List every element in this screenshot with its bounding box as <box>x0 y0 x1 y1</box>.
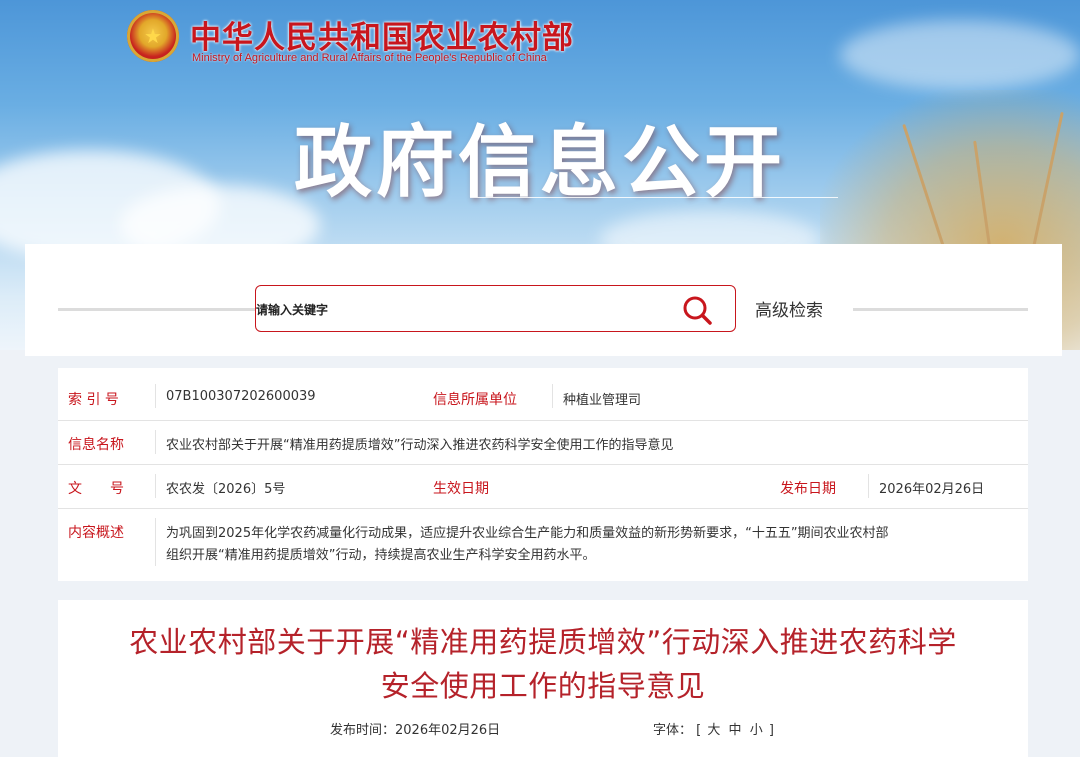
info-row-docno: 文 号 农农发〔2026〕5号 生效日期 发布日期 2026年02月26日 <box>58 464 1028 509</box>
docno-value: 农农发〔2026〕5号 <box>166 482 286 497</box>
cell-separator <box>552 384 553 408</box>
font-size-label: 字体： <box>653 723 693 738</box>
search-divider-left <box>58 308 255 311</box>
article-title-line-2: 安全使用工作的指导意见 <box>380 669 706 703</box>
publish-time-label: 发布时间： <box>330 723 396 738</box>
advanced-search-link[interactable]: 高级检索 <box>755 296 823 321</box>
bracket-open: [ <box>696 723 702 738</box>
search-box <box>255 285 736 333</box>
article-title-line-1: 农业农村部关于开展“精准用药提质增效”行动深入推进农药科学 <box>129 625 957 659</box>
publish-date-value: 2026年02月26日 <box>879 482 985 497</box>
summary-line-1: 为巩固到2025年化学农药减量化行动成果，适应提升农业综合生产能力和质量效益的新… <box>166 526 889 541</box>
publish-date-label: 发布日期 <box>780 481 836 497</box>
ministry-name-cn[interactable]: 中华人民共和国农业农村部 <box>190 12 574 57</box>
cloud-decoration <box>840 20 1080 90</box>
ministry-name-en: Ministry of Agriculture and Rural Affair… <box>192 52 547 64</box>
publish-time-value: 2026年02月26日 <box>395 723 501 738</box>
cell-separator <box>155 474 156 498</box>
cell-separator <box>155 430 156 454</box>
font-size-small-button[interactable]: 小 <box>748 723 765 738</box>
search-icon[interactable] <box>681 294 713 326</box>
font-size-medium-button[interactable]: 中 <box>727 723 744 738</box>
font-size-selector: 字体： [ 大 中 小 ] <box>653 719 774 738</box>
name-label: 信息名称 <box>68 437 124 453</box>
search-divider-right <box>853 308 1028 311</box>
search-panel: 高级检索 <box>25 244 1062 356</box>
section-title: 政府信息公开 <box>293 118 786 208</box>
bracket-close: ] <box>768 723 774 738</box>
index-value: 07B100307202600039 <box>166 389 316 404</box>
unit-label: 信息所属单位 <box>433 392 517 408</box>
info-table: 索 引 号 07B100307202600039 信息所属单位 种植业管理司 信… <box>58 368 1028 581</box>
font-size-large-button[interactable]: 大 <box>705 723 722 738</box>
name-value: 农业农村部关于开展“精准用药提质增效”行动深入推进农药科学安全使用工作的指导意见 <box>166 438 674 453</box>
summary-line-2: 组织开展“精准用药提质增效”行动，持续提高农业生产科学安全用药水平。 <box>166 548 596 563</box>
title-underline <box>470 197 838 198</box>
summary-label: 内容概述 <box>68 525 124 541</box>
cell-separator <box>155 518 156 566</box>
unit-value: 种植业管理司 <box>563 393 642 408</box>
info-row-summary: 内容概述 为巩固到2025年化学农药减量化行动成果，适应提升农业综合生产能力和质… <box>58 508 1028 581</box>
national-emblem-icon[interactable]: ★ <box>127 10 179 62</box>
search-input[interactable] <box>256 286 678 333</box>
info-row-index: 索 引 号 07B100307202600039 信息所属单位 种植业管理司 <box>58 368 1028 421</box>
publish-time: 发布时间：2026年02月26日 <box>330 719 500 738</box>
article-title: 农业农村部关于开展“精准用药提质增效”行动深入推进农药科学 安全使用工作的指导意… <box>58 620 1028 708</box>
docno-label: 文 号 <box>68 481 124 497</box>
effective-date-label: 生效日期 <box>433 481 489 497</box>
index-label: 索 引 号 <box>68 392 119 408</box>
info-row-name: 信息名称 农业农村部关于开展“精准用药提质增效”行动深入推进农药科学安全使用工作… <box>58 420 1028 465</box>
article-panel: 农业农村部关于开展“精准用药提质增效”行动深入推进农药科学 安全使用工作的指导意… <box>58 600 1028 757</box>
cell-separator <box>868 474 869 498</box>
cell-separator <box>155 384 156 408</box>
